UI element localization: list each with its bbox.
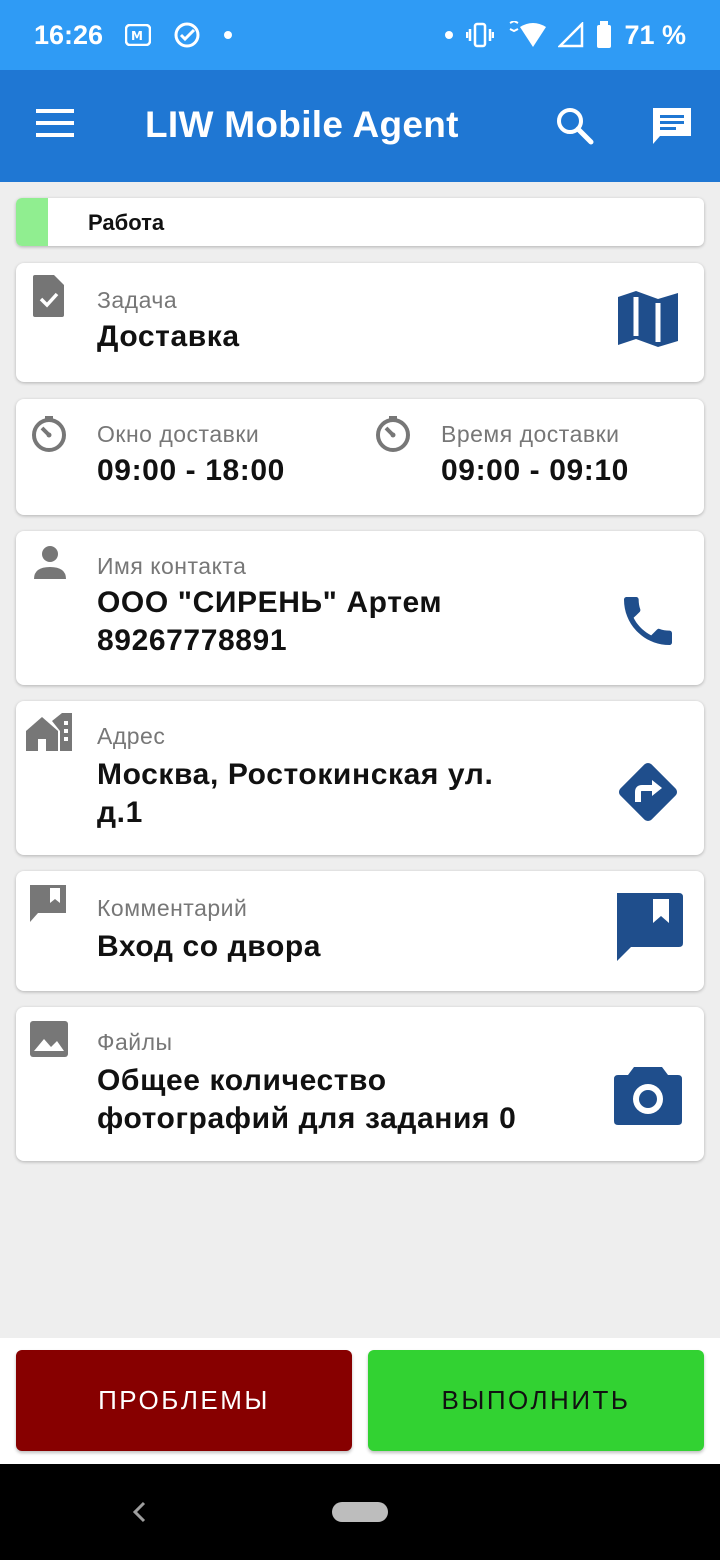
comment-value: Вход со двора xyxy=(97,930,322,963)
delivery-window-caption: Окно доставки xyxy=(97,421,260,447)
contact-phone: 89267778891 xyxy=(97,624,288,657)
svg-text:M: M xyxy=(131,29,143,43)
battery-icon xyxy=(596,21,612,49)
home-pill[interactable] xyxy=(332,1502,388,1522)
files-line1: Общее количество xyxy=(97,1064,387,1097)
files-card: Файлы Общее количество фотографий для за… xyxy=(16,1007,704,1161)
delivery-time-caption: Время доставки xyxy=(441,421,620,447)
camera-icon[interactable] xyxy=(614,1063,682,1130)
task-document-icon xyxy=(32,275,66,322)
comment-bookmark-icon xyxy=(28,885,68,928)
contact-card: Имя контакта ООО "СИРЕНЬ" Артем 89267778… xyxy=(16,531,704,685)
task-value: Доставка xyxy=(97,320,240,353)
complete-button[interactable]: ВЫПОЛНИТЬ xyxy=(368,1350,704,1451)
address-caption: Адрес xyxy=(97,723,166,749)
person-icon xyxy=(32,545,68,586)
map-icon[interactable] xyxy=(618,289,678,354)
delivery-time-value: 09:00 - 09:10 xyxy=(441,454,629,487)
timer-icon xyxy=(374,415,412,458)
status-bar: 16:26 M 71 % xyxy=(0,0,720,70)
task-card: Задача Доставка xyxy=(16,263,704,382)
building-icon xyxy=(26,713,72,756)
delivery-window-value: 09:00 - 18:00 xyxy=(97,454,285,487)
back-icon[interactable] xyxy=(130,1500,150,1529)
files-caption: Файлы xyxy=(97,1029,173,1055)
dot-icon xyxy=(223,30,233,40)
contact-caption: Имя контакта xyxy=(97,553,247,579)
address-line2: д.1 xyxy=(97,796,143,829)
directions-icon[interactable] xyxy=(612,756,684,833)
contact-name: ООО "СИРЕНЬ" Артем xyxy=(97,586,443,619)
status-indicator xyxy=(16,198,48,246)
problems-button[interactable]: ПРОБЛЕМЫ xyxy=(16,1350,352,1451)
check-circle-icon xyxy=(173,21,201,49)
image-icon xyxy=(30,1021,68,1062)
status-time: 16:26 xyxy=(34,19,104,50)
status-label: Работа xyxy=(88,210,165,235)
timer-icon xyxy=(30,415,68,458)
app-title: LIW Mobile Agent xyxy=(145,104,459,145)
add-comment-icon[interactable] xyxy=(613,893,683,966)
app-notification-icon: M xyxy=(125,24,152,46)
phone-icon[interactable] xyxy=(616,589,680,658)
battery-level: 71 % xyxy=(624,19,686,50)
status-card: Работа xyxy=(16,198,704,246)
dot-icon xyxy=(444,30,454,40)
system-nav-bar xyxy=(0,1464,720,1560)
vibrate-icon xyxy=(466,22,495,48)
comment-caption: Комментарий xyxy=(97,895,248,921)
menu-icon[interactable] xyxy=(36,107,76,144)
chat-icon[interactable] xyxy=(650,106,694,151)
search-icon[interactable] xyxy=(555,106,595,151)
wifi-icon xyxy=(506,21,547,49)
address-line1: Москва, Ростокинская ул. xyxy=(97,758,494,791)
task-caption: Задача xyxy=(97,287,178,313)
address-card: Адрес Москва, Ростокинская ул. д.1 xyxy=(16,701,704,855)
comment-card: Комментарий Вход со двора xyxy=(16,871,704,991)
signal-icon xyxy=(558,22,584,48)
bottom-action-bar: ПРОБЛЕМЫ ВЫПОЛНИТЬ xyxy=(0,1338,720,1464)
app-bar: LIW Mobile Agent xyxy=(0,70,720,182)
files-line2: фотографий для задания 0 xyxy=(97,1102,517,1135)
delivery-times-card: Окно доставки 09:00 - 18:00 Время достав… xyxy=(16,399,704,515)
